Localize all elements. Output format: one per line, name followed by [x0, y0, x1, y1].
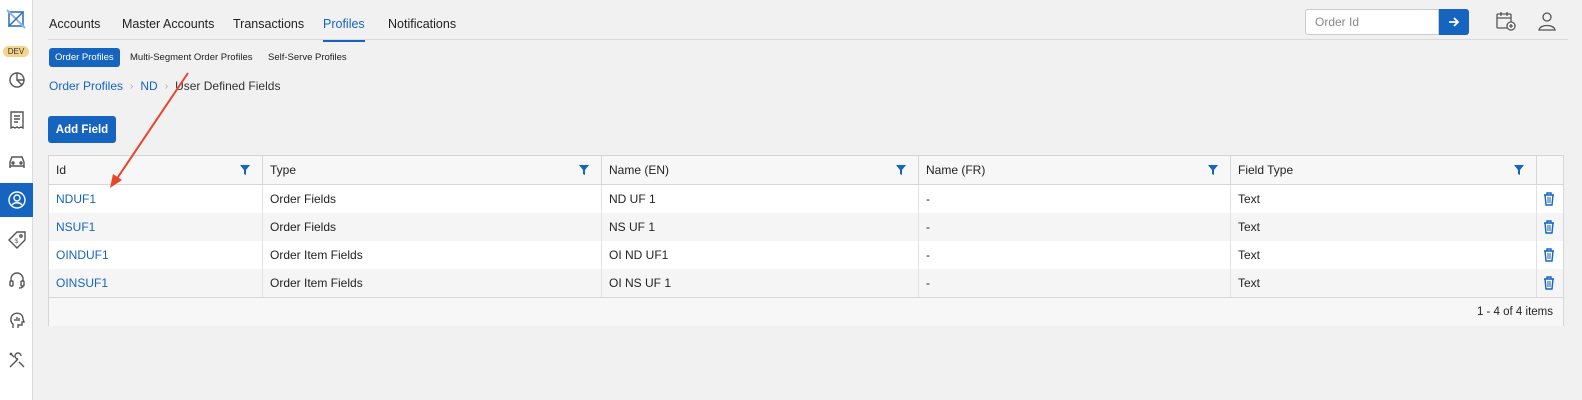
arrow-right-icon — [1449, 17, 1460, 27]
column-label: Name (EN) — [609, 163, 670, 177]
breadcrumb-nd[interactable]: ND — [140, 79, 157, 93]
filter-icon[interactable] — [579, 165, 589, 175]
cell-field-type: Text — [1231, 241, 1537, 269]
sidebar-item-support[interactable] — [0, 263, 33, 297]
cell-field-type: Text — [1231, 185, 1537, 213]
cell-id-link[interactable]: OINSUF1 — [49, 269, 263, 297]
pager-info: 1 - 4 of 4 items — [1476, 306, 1553, 318]
app-logo-icon[interactable] — [5, 8, 27, 32]
price-tag-icon: $ — [7, 231, 26, 249]
filter-icon[interactable] — [240, 165, 250, 175]
sidebar: DEV $ — [0, 0, 33, 400]
chevron-right-icon: › — [130, 80, 134, 92]
table-row: NDUF1 Order Fields ND UF 1 - Text — [49, 185, 1563, 213]
filter-icon[interactable] — [896, 165, 906, 175]
user-defined-fields-table: Id Type Name (EN) Name (FR) Field Type N… — [48, 155, 1564, 326]
nav-tab-transactions[interactable]: Transactions — [233, 17, 304, 40]
cell-name-fr: - — [919, 241, 1231, 269]
column-label: Type — [270, 163, 297, 177]
column-header-name-en[interactable]: Name (EN) — [602, 156, 919, 185]
subtab-order-profiles[interactable]: Order Profiles — [49, 48, 120, 67]
cell-type: Order Fields — [263, 213, 602, 241]
cell-name-fr: - — [919, 185, 1231, 213]
sidebar-item-profiles[interactable] — [0, 183, 33, 217]
user-circle-icon — [7, 191, 26, 209]
subtab-multi-segment-order-profiles[interactable]: Multi-Segment Order Profiles — [124, 48, 258, 67]
breadcrumb-order-profiles[interactable]: Order Profiles — [49, 79, 123, 93]
order-search-go-button[interactable] — [1439, 9, 1469, 35]
column-header-name-fr[interactable]: Name (FR) — [919, 156, 1231, 185]
filter-icon[interactable] — [1514, 165, 1524, 175]
cell-id-link[interactable]: OINDUF1 — [49, 241, 263, 269]
column-header-field-type[interactable]: Field Type — [1231, 156, 1537, 185]
cell-name-fr: - — [919, 213, 1231, 241]
car-icon — [8, 156, 25, 168]
environment-badge: DEV — [3, 46, 29, 57]
nav-tab-profiles[interactable]: Profiles — [323, 17, 365, 42]
filter-icon[interactable] — [1208, 165, 1218, 175]
cell-name-en: NS UF 1 — [602, 213, 919, 241]
sidebar-item-tools[interactable] — [0, 343, 33, 377]
head-chart-icon — [9, 312, 25, 328]
delete-trash-icon[interactable] — [1543, 276, 1555, 290]
column-header-id[interactable]: Id — [49, 156, 263, 185]
nav-tab-notifications[interactable]: Notifications — [388, 17, 456, 40]
breadcrumb-current: User Defined Fields — [175, 79, 281, 93]
delete-trash-icon[interactable] — [1543, 192, 1555, 206]
cell-field-type: Text — [1231, 213, 1537, 241]
pie-chart-icon — [8, 72, 25, 88]
sidebar-item-vehicles[interactable] — [0, 143, 33, 177]
sidebar-item-invoices[interactable] — [0, 103, 33, 137]
table-row: NSUF1 Order Fields NS UF 1 - Text — [49, 213, 1563, 241]
svg-text:$: $ — [15, 239, 19, 245]
add-field-button[interactable]: Add Field — [48, 116, 116, 143]
cell-name-en: OI NS UF 1 — [602, 269, 919, 297]
cell-type: Order Item Fields — [263, 241, 602, 269]
subtab-self-serve-profiles[interactable]: Self-Serve Profiles — [262, 48, 353, 67]
chevron-right-icon: › — [164, 80, 169, 92]
delete-trash-icon[interactable] — [1543, 220, 1555, 234]
order-id-search-input[interactable] — [1305, 9, 1439, 35]
table-row: OINDUF1 Order Item Fields OI ND UF1 - Te… — [49, 241, 1563, 269]
cell-name-fr: - — [919, 269, 1231, 297]
table-header: Id Type Name (EN) Name (FR) Field Type — [49, 156, 1563, 185]
sidebar-item-pricing[interactable]: $ — [0, 223, 33, 257]
breadcrumb: Order Profiles › ND › User Defined Field… — [49, 79, 280, 93]
nav-tab-master-accounts[interactable]: Master Accounts — [122, 17, 214, 40]
receipt-icon — [9, 111, 24, 130]
cell-id-link[interactable]: NDUF1 — [49, 185, 263, 213]
tools-icon — [9, 352, 24, 368]
cell-field-type: Text — [1231, 269, 1537, 297]
column-label: Field Type — [1238, 163, 1294, 177]
cell-name-en: OI ND UF1 — [602, 241, 919, 269]
column-label: Id — [56, 163, 67, 177]
nav-tab-accounts[interactable]: Accounts — [49, 17, 100, 40]
column-header-type[interactable]: Type — [263, 156, 602, 185]
table-pager: 1 - 4 of 4 items — [49, 297, 1563, 326]
calendar-add-icon[interactable] — [1495, 10, 1517, 32]
cell-type: Order Item Fields — [263, 269, 602, 297]
cell-id-link[interactable]: NSUF1 — [49, 213, 263, 241]
delete-trash-icon[interactable] — [1543, 248, 1555, 262]
column-label: Name (FR) — [926, 163, 986, 177]
headset-icon — [8, 272, 25, 289]
sidebar-item-analytics[interactable] — [0, 63, 33, 97]
sidebar-item-insights[interactable] — [0, 303, 33, 337]
user-profile-icon[interactable] — [1536, 10, 1558, 32]
cell-name-en: ND UF 1 — [602, 185, 919, 213]
cell-type: Order Fields — [263, 185, 602, 213]
table-row: OINSUF1 Order Item Fields OI NS UF 1 - T… — [49, 269, 1563, 297]
